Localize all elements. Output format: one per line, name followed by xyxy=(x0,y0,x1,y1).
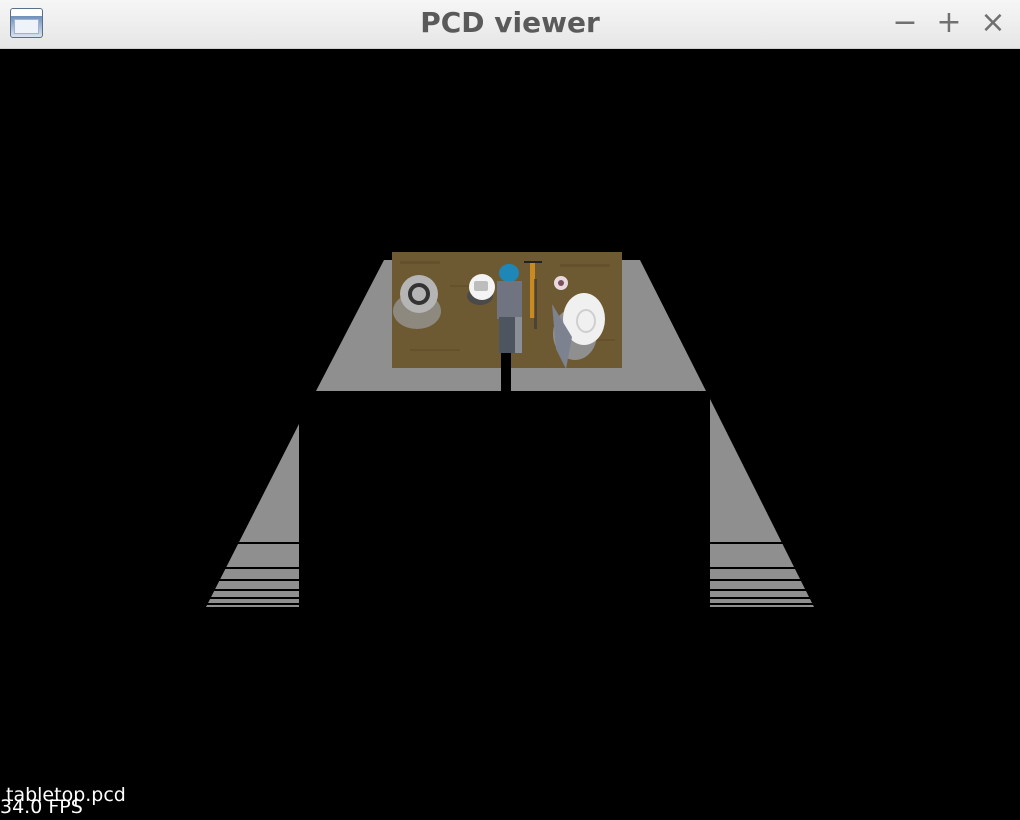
object-bottle-lower-light xyxy=(515,317,522,353)
maximize-button[interactable]: + xyxy=(932,6,966,40)
object-bottle-body xyxy=(497,281,522,319)
point-cloud-render xyxy=(200,252,820,607)
object-mug-inner xyxy=(474,281,488,291)
minimize-button[interactable]: − xyxy=(888,6,922,40)
window-title: PCD viewer xyxy=(420,6,600,39)
title-bar[interactable]: PCD viewer − + × xyxy=(0,0,1020,49)
floor-strip-right xyxy=(710,399,814,607)
pcd-viewer-window: PCD viewer − + × tabletop.pcd 34.0 FPS xyxy=(0,0,1020,820)
close-button[interactable]: × xyxy=(976,6,1010,40)
object-roll xyxy=(400,275,438,313)
fps-counter: 34.0 FPS xyxy=(0,796,83,818)
object-bottle-cap xyxy=(499,264,519,282)
object-stick-shadow xyxy=(534,279,537,329)
point-cloud-viewport[interactable]: tabletop.pcd 34.0 FPS xyxy=(0,49,1020,820)
